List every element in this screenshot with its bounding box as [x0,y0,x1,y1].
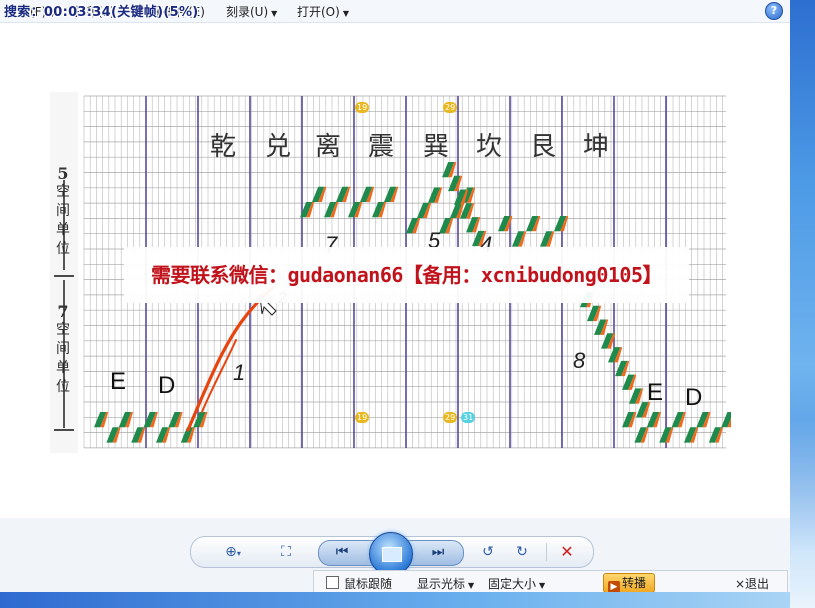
mouse-follow-checkbox[interactable] [326,576,339,589]
menu-open[interactable]: 打开(O) ▼ [297,3,349,20]
trigram-qian: 乾 [210,132,237,162]
trigram-dui: 兑 [265,132,292,162]
menu-burn[interactable]: 刻录(U) ▼ [226,3,277,20]
show-cursor-dropdown[interactable]: 显示光标 ▼ [417,575,474,592]
rotate-left-icon[interactable]: ↺ [478,542,498,562]
toolbar-separator [546,543,547,561]
marker-bottom-19: 19 [355,412,370,423]
letter-d-right: D [685,384,703,411]
trigram-zhen: 震 [368,132,395,162]
trigram-gen: 艮 [530,132,557,162]
letter-d-left: D [158,372,176,399]
desktop-background [790,0,815,608]
actual-size-icon[interactable]: ⛶ [276,542,296,562]
marker-bottom-31: 31 [461,412,476,423]
delete-icon[interactable]: ✕ [557,542,577,562]
marker-top-19: 19 [355,102,370,113]
trigram-xun: 巽 [423,132,450,162]
zoom-icon[interactable]: ⊕▾ [218,542,248,562]
image-viewport[interactable]: 乾 兑 离 震 巽 坎 艮 坤 5 空间单位 7 空间单位 E D E D 7 … [0,23,790,518]
help-icon[interactable]: ? [765,2,783,20]
chevron-down-icon: ▼ [342,9,349,18]
watermark-banner: 需要联系微信：gudaonan66【备用：xcnibudong0105】 [124,247,689,303]
taskbar-edge [0,592,790,608]
trigram-li: 离 [315,132,342,162]
recording-caption: 搜索：00:03:34(关键帧)(5%) [4,5,199,20]
marker-top-29: 29 [443,102,458,113]
letter-e-left: E [110,368,127,395]
previous-icon[interactable]: ⏮ [330,542,354,562]
chevron-down-icon: ▼ [468,581,475,590]
mouse-follow-label[interactable]: 鼠标跟随 [344,575,392,592]
rotate-right-icon[interactable]: ↻ [512,542,532,562]
side-label-7: 7 空间单位 [56,302,70,395]
side-label-5: 5 空间单位 [56,164,70,257]
chevron-down-icon: ▼ [271,9,278,18]
number-1: 1 [233,360,246,385]
photo-viewer-window: 文件(F) ▼ 打印(P) ▼ 电子邮件(E) 刻录(U) ▼ 打开(O) ▼ ? 搜索… [0,0,790,608]
trigram-kun: 坤 [583,132,610,162]
marker-bottom-29: 29 [443,412,458,423]
letter-e-right: E [647,379,664,406]
next-icon[interactable]: ⏭ [426,542,450,562]
number-8: 8 [573,348,586,373]
relay-button[interactable]: ▶ 转播 [603,573,655,593]
exit-button[interactable]: ×退出 [735,575,769,592]
fixed-size-dropdown[interactable]: 固定大小 ▼ [488,575,545,592]
chevron-down-icon: ▼ [539,581,546,590]
trigram-kan: 坎 [476,132,503,162]
